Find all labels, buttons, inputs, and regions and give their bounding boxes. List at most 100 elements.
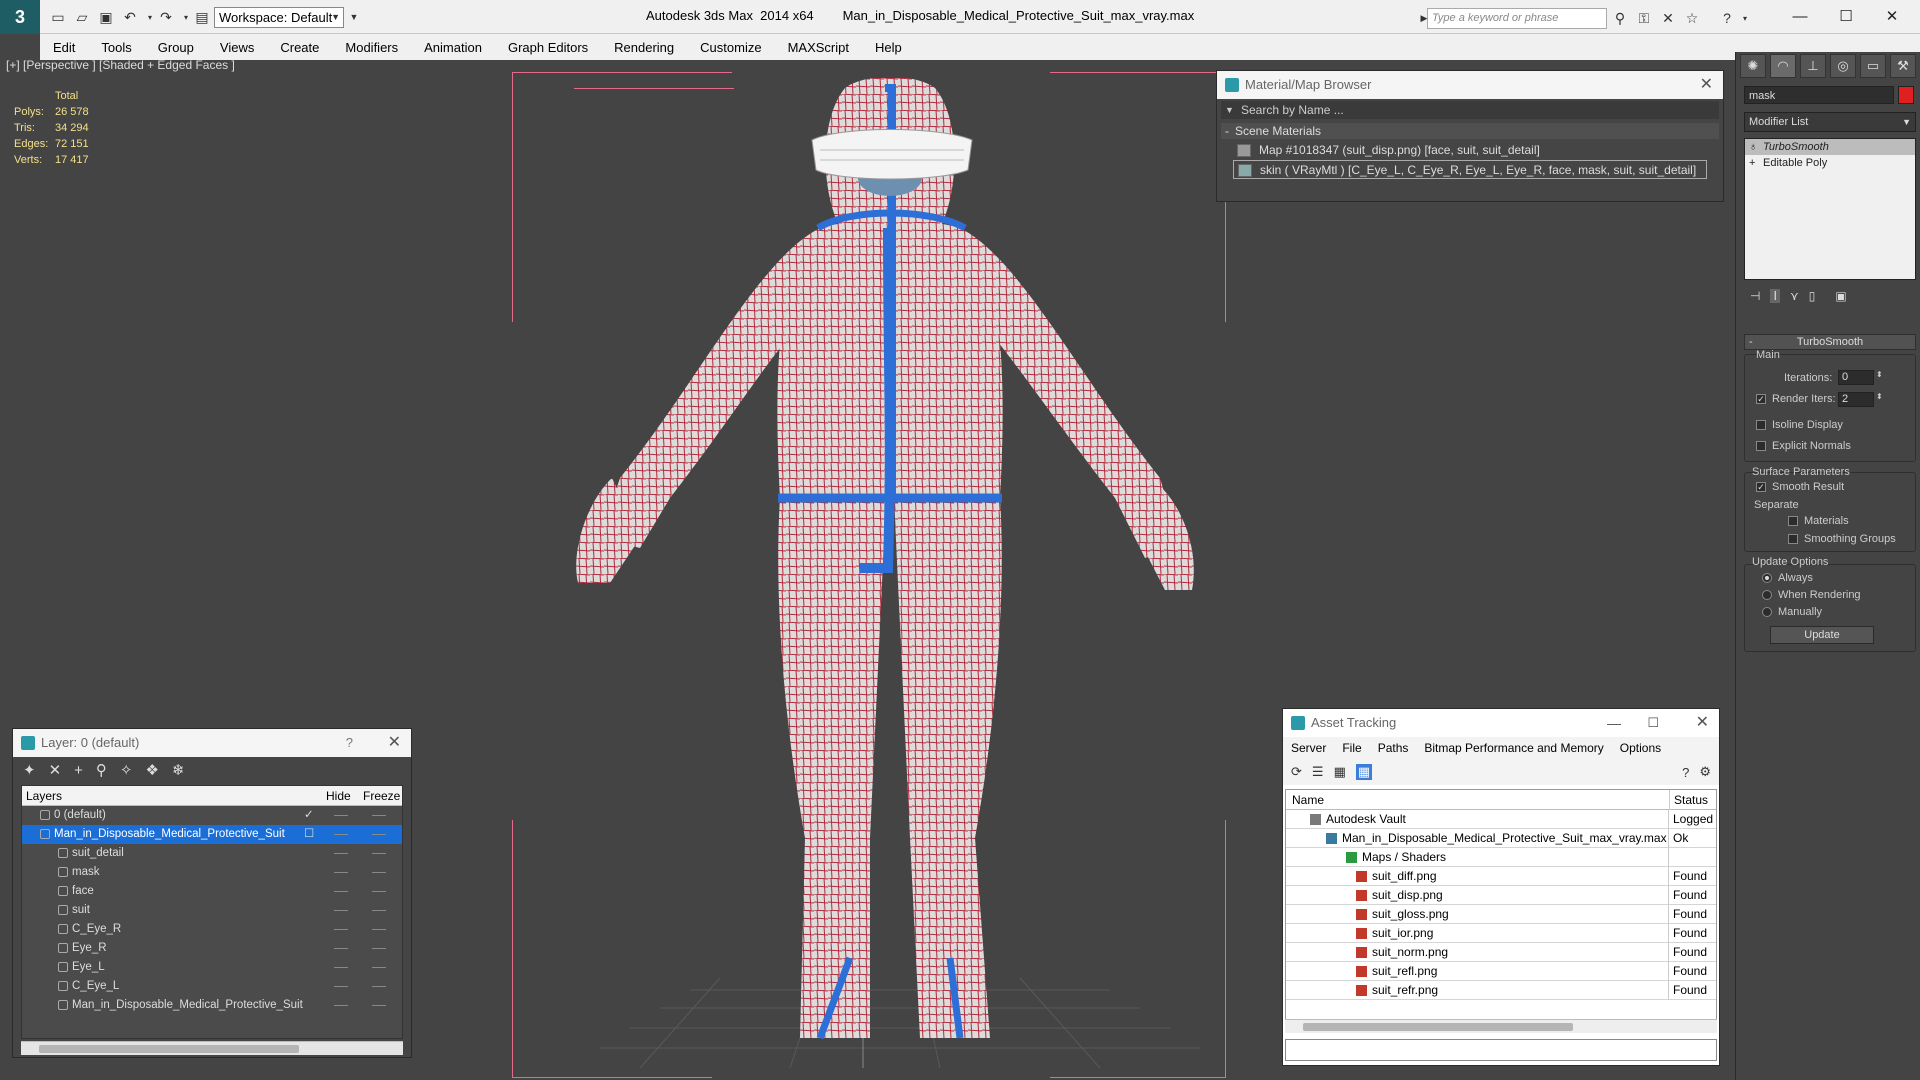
highlight-layer-icon[interactable]: ✧: [120, 761, 133, 779]
explicit-normals-checkbox[interactable]: [1756, 441, 1766, 451]
stack-item-turbosmooth[interactable]: ♁ TurboSmooth: [1745, 139, 1915, 155]
hide-toggle[interactable]: [334, 910, 348, 911]
close-icon[interactable]: ✕: [388, 729, 401, 757]
motion-tab-icon[interactable]: ◎: [1830, 54, 1856, 78]
settings-icon[interactable]: ⚙: [1699, 764, 1711, 780]
freeze-toggle[interactable]: [372, 872, 386, 873]
col-hide[interactable]: Hide: [326, 786, 351, 806]
asset-row[interactable]: Autodesk Vault Logged: [1286, 810, 1716, 829]
freeze-toggle[interactable]: [372, 910, 386, 911]
make-unique-icon[interactable]: ⋎: [1790, 289, 1799, 303]
layer-manager-titlebar[interactable]: Layer: 0 (default)? ✕: [13, 729, 411, 757]
when-rendering-radio[interactable]: [1762, 590, 1772, 600]
asset-row[interactable]: suit_ior.png Found: [1286, 924, 1716, 943]
iterations-spinner[interactable]: 0: [1838, 370, 1874, 385]
table-view-icon[interactable]: ▦: [1355, 764, 1373, 780]
show-end-result-icon[interactable]: Ⅰ: [1770, 289, 1780, 303]
render-iters-checkbox[interactable]: ✓: [1756, 394, 1766, 404]
smoothing-groups-checkbox[interactable]: [1788, 534, 1798, 544]
minimize-icon[interactable]: —: [1607, 709, 1621, 737]
freeze-toggle[interactable]: [372, 815, 386, 816]
menu-item-modifiers[interactable]: Modifiers: [332, 40, 411, 55]
col-status[interactable]: Status: [1669, 790, 1708, 810]
layer-row[interactable]: Eye_R: [22, 939, 402, 958]
layer-row[interactable]: face: [22, 882, 402, 901]
workspace-menu-icon[interactable]: ▼: [344, 7, 364, 27]
material-item[interactable]: Map #1018347 (suit_disp.png) [face, suit…: [1233, 141, 1707, 160]
redo-icon[interactable]: ↷: [156, 7, 176, 27]
hide-all-icon[interactable]: ❖: [146, 761, 159, 779]
menu-item-tools[interactable]: Tools: [88, 40, 144, 55]
layer-row[interactable]: C_Eye_R: [22, 920, 402, 939]
list-view-icon[interactable]: ☰: [1312, 764, 1324, 780]
menu-item-help[interactable]: Help: [862, 40, 915, 55]
app-logo-icon[interactable]: 3: [0, 0, 40, 34]
layer-row[interactable]: suit: [22, 901, 402, 920]
layer-row[interactable]: Man_in_Disposable_Medical_Protective_Sui…: [22, 996, 402, 1015]
expand-icon[interactable]: +: [1749, 155, 1755, 171]
freeze-toggle[interactable]: [372, 834, 386, 835]
menu-item-edit[interactable]: Edit: [40, 40, 88, 55]
close-icon[interactable]: ✕: [1700, 71, 1713, 99]
asset-row[interactable]: suit_refr.png Found: [1286, 981, 1716, 1000]
help-icon[interactable]: ?: [1682, 765, 1689, 780]
asset-menu-options[interactable]: Options: [1612, 741, 1669, 755]
layer-row[interactable]: Eye_L: [22, 958, 402, 977]
asset-tracking-titlebar[interactable]: Asset Tracking — ☐ ✕: [1283, 709, 1719, 737]
refresh-icon[interactable]: ⟳: [1291, 764, 1302, 780]
freeze-toggle[interactable]: [372, 1005, 386, 1006]
layer-hscrollbar[interactable]: [21, 1041, 403, 1055]
menu-item-graph-editors[interactable]: Graph Editors: [495, 40, 601, 55]
menu-item-group[interactable]: Group: [145, 40, 207, 55]
modify-tab-icon[interactable]: ◠: [1770, 54, 1796, 78]
protective-suit-model[interactable]: [520, 78, 1240, 1068]
material-browser-titlebar[interactable]: Material/Map Browser ✕: [1217, 71, 1723, 99]
thumbnail-view-icon[interactable]: ▦: [1334, 764, 1346, 780]
hide-toggle[interactable]: [334, 891, 348, 892]
asset-row[interactable]: Maps / Shaders: [1286, 848, 1716, 867]
minimize-icon[interactable]: —: [1782, 4, 1818, 28]
select-objects-icon[interactable]: ⚲: [96, 761, 107, 779]
menu-item-views[interactable]: Views: [207, 40, 267, 55]
asset-hscrollbar[interactable]: [1285, 1019, 1717, 1033]
spinner-arrows-icon[interactable]: ⬍: [1876, 392, 1883, 401]
hide-toggle[interactable]: [334, 834, 348, 835]
scene-materials-section[interactable]: - Scene Materials: [1221, 123, 1719, 139]
asset-path-field[interactable]: [1285, 1039, 1717, 1061]
create-tab-icon[interactable]: ✺: [1740, 54, 1766, 78]
material-search-input[interactable]: ▼ Search by Name ...: [1221, 101, 1719, 119]
hide-toggle[interactable]: [334, 929, 348, 930]
binoculars-icon[interactable]: ⚲: [1610, 8, 1630, 28]
layer-row[interactable]: suit_detail: [22, 844, 402, 863]
menu-item-maxscript[interactable]: MAXScript: [775, 40, 862, 55]
materials-checkbox[interactable]: [1788, 516, 1798, 526]
configure-sets-icon[interactable]: ▣: [1835, 289, 1846, 303]
menu-item-rendering[interactable]: Rendering: [601, 40, 687, 55]
freeze-toggle[interactable]: [372, 853, 386, 854]
manually-radio[interactable]: [1762, 607, 1772, 617]
smooth-result-checkbox[interactable]: ✓: [1756, 482, 1766, 492]
modifier-list-dropdown[interactable]: Modifier List ▼: [1744, 112, 1916, 132]
hide-toggle[interactable]: [334, 967, 348, 968]
layer-row[interactable]: Man_in_Disposable_Medical_Protective_Sui…: [22, 825, 402, 844]
maximize-icon[interactable]: ☐: [1828, 4, 1864, 28]
open-file-icon[interactable]: ▱: [72, 7, 92, 27]
menu-item-create[interactable]: Create: [267, 40, 332, 55]
help-icon[interactable]: ?: [1717, 8, 1737, 28]
menu-item-animation[interactable]: Animation: [411, 40, 495, 55]
asset-menu-server[interactable]: Server: [1283, 741, 1334, 755]
hide-toggle[interactable]: [334, 815, 348, 816]
project-folder-icon[interactable]: ▤: [192, 7, 212, 27]
scroll-thumb[interactable]: [1303, 1023, 1573, 1031]
scroll-thumb[interactable]: [39, 1045, 299, 1053]
stack-item-editable-poly[interactable]: + Editable Poly: [1745, 155, 1915, 171]
freeze-toggle[interactable]: [372, 948, 386, 949]
remove-modifier-icon[interactable]: ▯: [1809, 289, 1816, 303]
asset-row[interactable]: suit_refl.png Found: [1286, 962, 1716, 981]
always-radio[interactable]: [1762, 573, 1772, 583]
hide-toggle[interactable]: [334, 872, 348, 873]
freeze-toggle[interactable]: [372, 967, 386, 968]
menu-item-customize[interactable]: Customize: [687, 40, 774, 55]
set-current-checkbox[interactable]: ☐: [304, 825, 314, 844]
pin-stack-icon[interactable]: ⊣: [1750, 289, 1760, 303]
